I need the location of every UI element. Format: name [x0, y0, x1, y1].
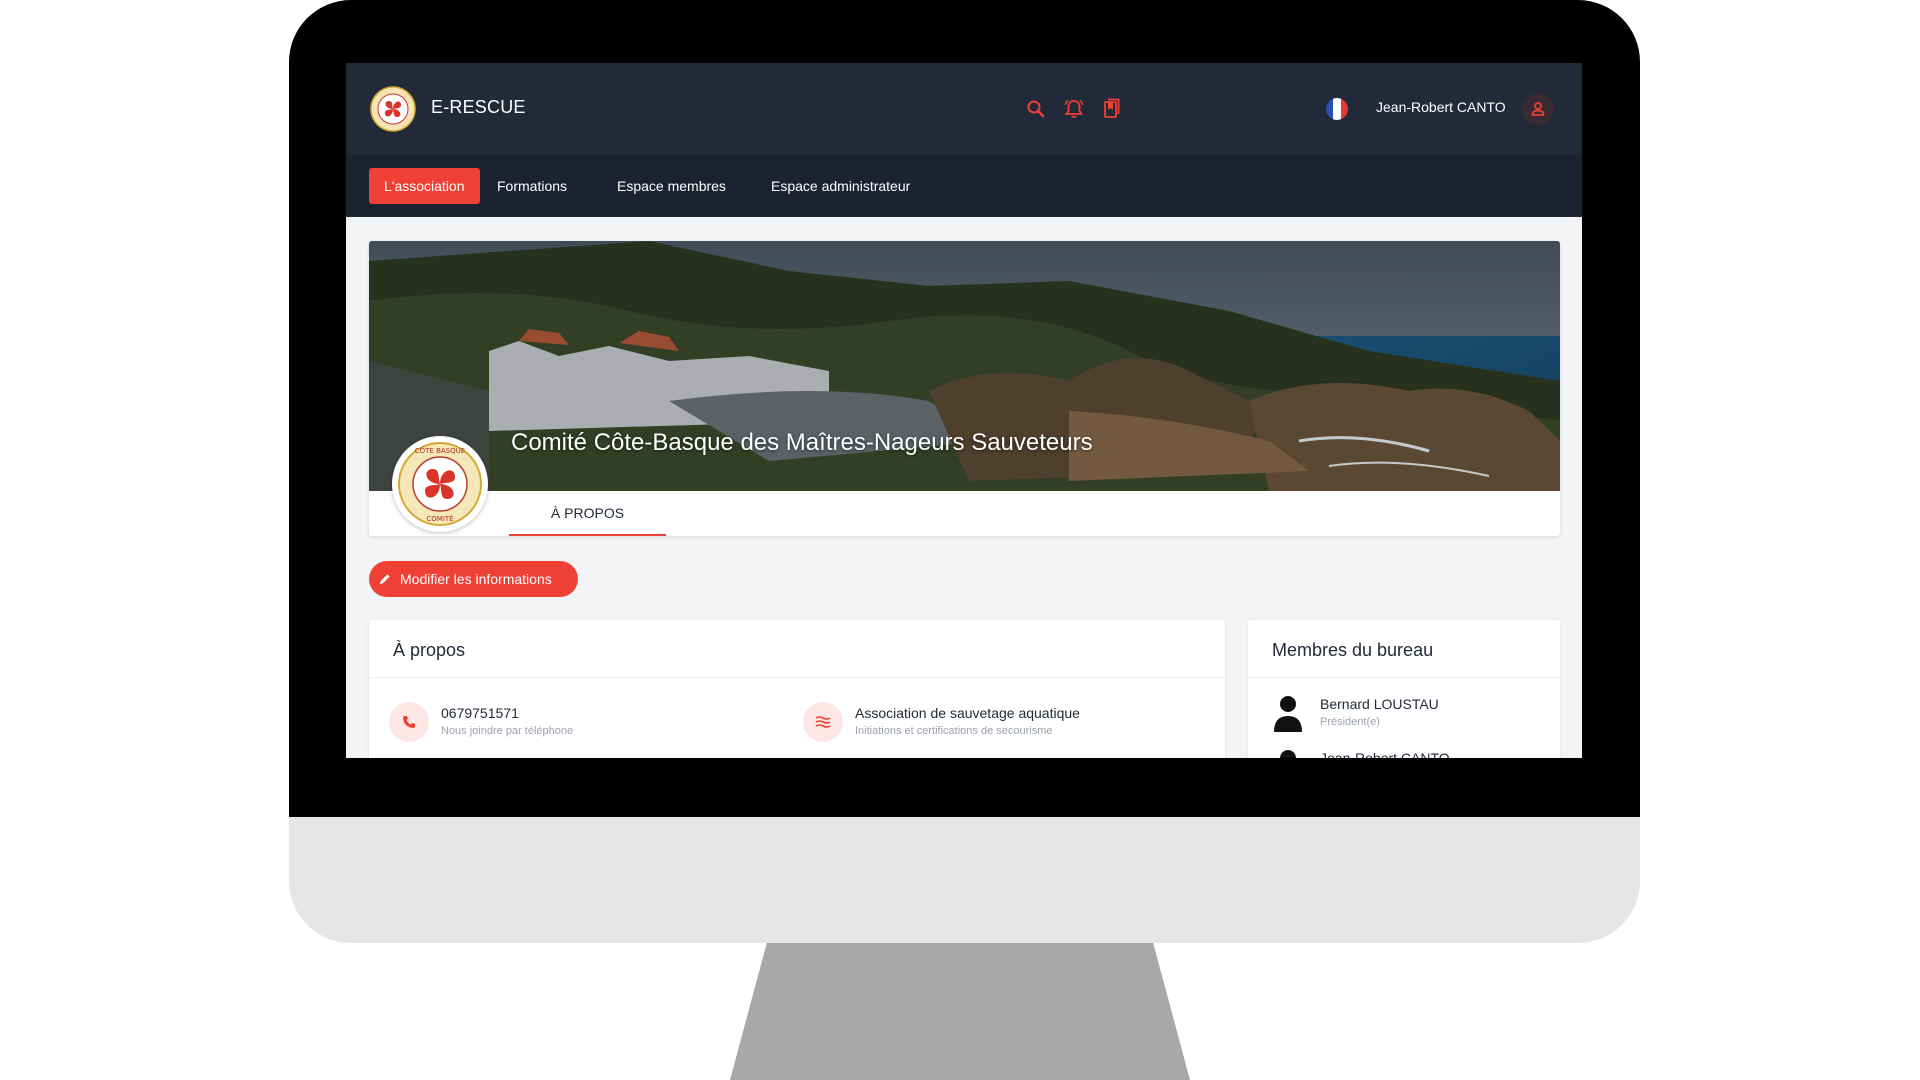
nav-item-association[interactable]: L'association	[369, 168, 480, 204]
association-logo-image: CÔTE BASQUE COMITÉ	[398, 442, 482, 526]
member-name: Jean-Robert CANTO	[1320, 750, 1450, 758]
cover-card: Comité Côte-Basque des Maîtres-Nageurs S…	[369, 241, 1560, 536]
nav-item-formations[interactable]: Formations	[482, 168, 582, 204]
main-nav: L'association Formations Espace membres …	[346, 155, 1582, 217]
monitor-chin	[289, 817, 1640, 943]
activity-title: Association de sauvetage aquatique	[855, 705, 1080, 721]
member-name: Bernard LOUSTAU	[1320, 696, 1439, 712]
nav-item-espace-membres[interactable]: Espace membres	[602, 168, 741, 204]
top-bar: E-RESCUE Jean-Robert CANTO	[346, 63, 1582, 155]
logo-lettering-bottom: COMITÉ	[426, 514, 453, 523]
flag-fr-icon[interactable]	[1326, 98, 1348, 120]
app-screen: E-RESCUE Jean-Robert CANTO L'association…	[346, 63, 1582, 758]
about-title: À propos	[393, 640, 466, 660]
phone-icon	[389, 702, 429, 742]
waves-icon	[803, 702, 843, 742]
member-avatar-icon	[1280, 750, 1296, 758]
bureau-title: Membres du bureau	[1272, 640, 1434, 660]
bookmark-icon[interactable]	[1099, 96, 1125, 122]
pencil-icon	[380, 574, 390, 584]
member-row[interactable]: Jean-Robert CANTO	[1270, 746, 1450, 758]
brand-logo[interactable]	[370, 86, 416, 132]
phone-caption: Nous joindre par téléphone	[441, 725, 574, 737]
nav-item-espace-administrateur[interactable]: Espace administrateur	[756, 168, 925, 204]
edit-info-button[interactable]: Modifier les informations	[369, 561, 578, 597]
member-role: Président(e)	[1320, 716, 1380, 728]
search-icon[interactable]	[1023, 96, 1049, 122]
association-title: Comité Côte-Basque des Maîtres-Nageurs S…	[511, 429, 1093, 456]
logo-lettering: CÔTE BASQUE	[415, 446, 465, 455]
info-item-phone: 0679751571 Nous joindre par téléphone	[389, 702, 573, 742]
tab-a-propos[interactable]: À PROPOS	[509, 491, 666, 536]
user-icon[interactable]	[1522, 93, 1554, 125]
phone-number[interactable]: 0679751571	[441, 705, 573, 721]
bureau-card: Membres du bureau Bernard LOUSTAU Présid…	[1248, 620, 1560, 758]
member-avatar-icon	[1274, 696, 1302, 732]
edit-info-label: Modifier les informations	[400, 571, 552, 587]
about-card: À propos 0679751571 Nous joindre par tél…	[369, 620, 1225, 758]
activity-caption: Initiations et certifications de secouri…	[855, 725, 1053, 737]
brand-name[interactable]: E-RESCUE	[431, 97, 526, 118]
bureau-divider	[1248, 677, 1560, 678]
monitor-stand	[730, 943, 1190, 1080]
member-row[interactable]: Bernard LOUSTAU Président(e)	[1270, 692, 1439, 732]
info-item-activity: Association de sauvetage aquatique Initi…	[803, 702, 1080, 742]
association-logo: CÔTE BASQUE COMITÉ	[392, 436, 488, 532]
user-name[interactable]: Jean-Robert CANTO	[1376, 99, 1506, 115]
bell-icon[interactable]	[1061, 96, 1087, 122]
about-divider	[369, 677, 1225, 678]
